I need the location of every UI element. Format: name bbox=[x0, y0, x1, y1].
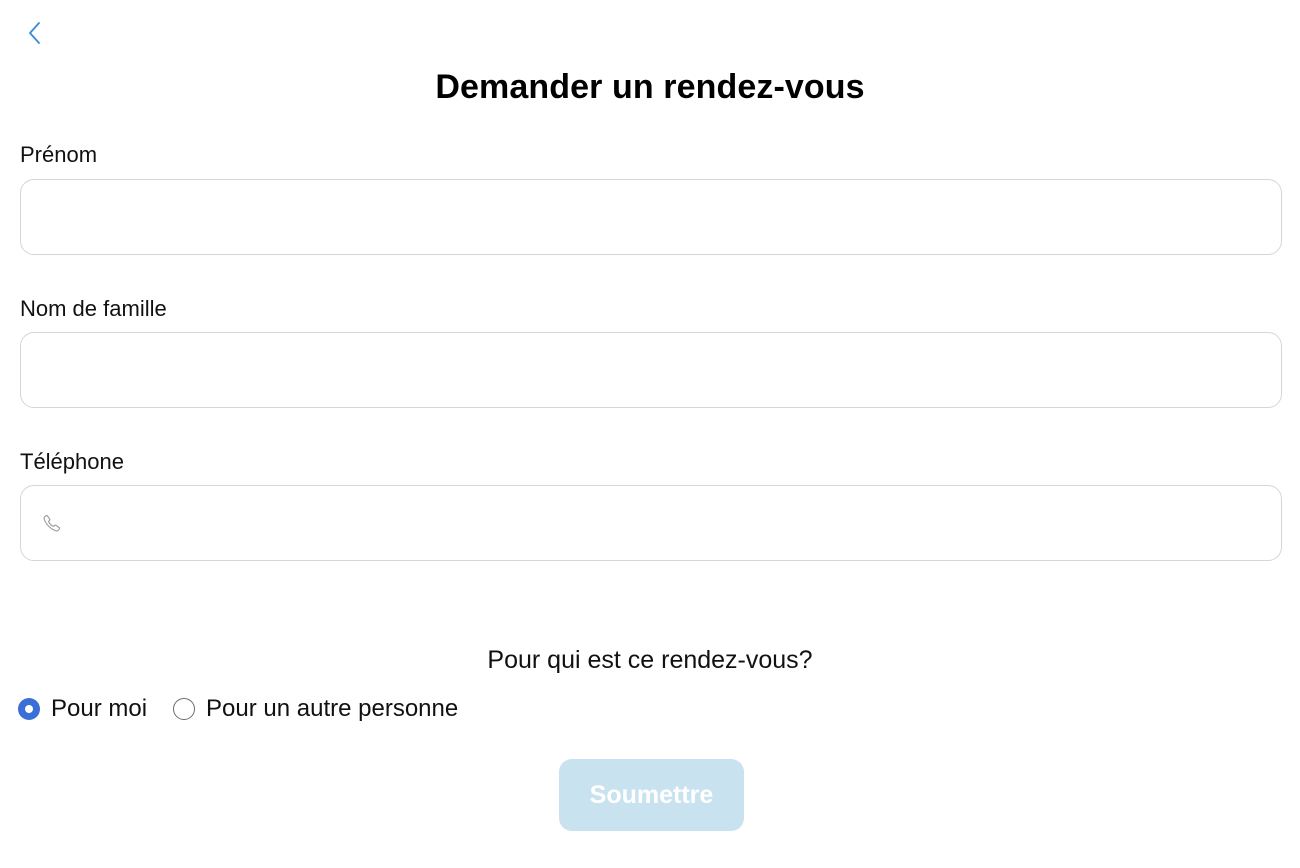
page-title: Demander un rendez-vous bbox=[435, 68, 865, 106]
first-name-field bbox=[20, 179, 1282, 255]
back-button[interactable] bbox=[24, 21, 46, 50]
radio-button-unselected[interactable] bbox=[173, 698, 196, 720]
appointment-for-radio-group: Pour moi Pour un autre personne bbox=[18, 692, 484, 726]
radio-option-for-me[interactable]: Pour moi bbox=[18, 695, 147, 723]
submit-button[interactable]: Soumettre bbox=[559, 759, 744, 831]
phone-icon bbox=[41, 512, 63, 534]
last-name-label: Nom de famille bbox=[20, 296, 167, 321]
phone-field bbox=[20, 485, 1282, 561]
radio-label-for-me: Pour moi bbox=[51, 695, 148, 722]
first-name-label: Prénom bbox=[20, 142, 98, 167]
radio-button-selected[interactable] bbox=[18, 698, 40, 720]
appointment-for-question: Pour qui est ce rendez-vous? bbox=[487, 646, 813, 674]
last-name-input[interactable] bbox=[21, 333, 1281, 407]
phone-label: Téléphone bbox=[20, 449, 124, 474]
radio-option-other-person[interactable]: Pour un autre personne bbox=[173, 695, 458, 723]
last-name-field bbox=[20, 332, 1282, 408]
first-name-input[interactable] bbox=[21, 180, 1281, 254]
radio-dot bbox=[25, 705, 33, 713]
chevron-left-icon bbox=[28, 21, 42, 50]
radio-label-other-person: Pour un autre personne bbox=[206, 695, 459, 722]
phone-input[interactable] bbox=[63, 486, 1281, 560]
